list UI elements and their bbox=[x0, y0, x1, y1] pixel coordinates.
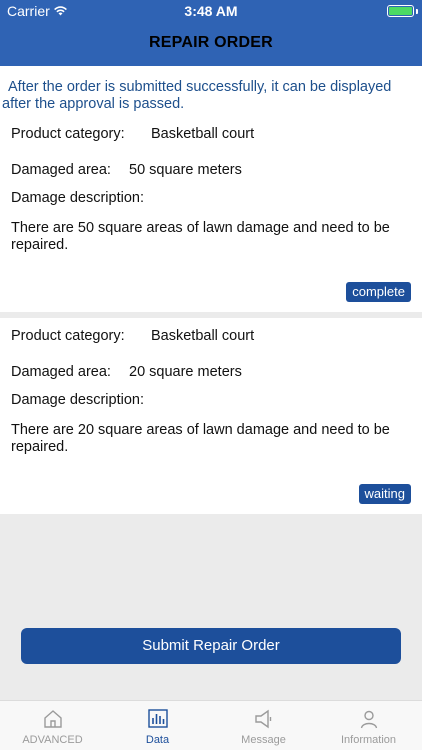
page-title: REPAIR ORDER bbox=[149, 34, 273, 51]
battery-icon bbox=[387, 5, 414, 17]
repair-order-card[interactable]: Product category: Basketball court Damag… bbox=[0, 318, 422, 514]
tab-message[interactable]: Message bbox=[211, 701, 316, 750]
damaged-area-value: 20 square meters bbox=[129, 364, 242, 380]
category-label: Product category: bbox=[11, 328, 125, 344]
tab-data[interactable]: Data bbox=[105, 701, 210, 750]
person-icon bbox=[360, 710, 378, 729]
tab-information[interactable]: Information bbox=[316, 701, 421, 750]
submit-repair-order-button[interactable]: Submit Repair Order bbox=[21, 628, 401, 664]
status-bar: Carrier 3:48 AM bbox=[0, 0, 422, 22]
tab-bar: ADVANCED Data Message Information bbox=[0, 700, 422, 750]
damage-description-text: There are 20 square areas of lawn damage… bbox=[11, 422, 390, 455]
tab-label: Data bbox=[145, 734, 170, 746]
repair-order-card[interactable]: Product category: Basketball court Damag… bbox=[0, 116, 422, 312]
approval-notice: After the order is submitted successfull… bbox=[0, 66, 422, 116]
status-badge: complete bbox=[346, 282, 411, 302]
battery-tip bbox=[416, 9, 418, 14]
damaged-area-label: Damaged area: bbox=[11, 162, 111, 178]
damage-description-label: Damage description: bbox=[11, 190, 144, 206]
tab-label: Information bbox=[340, 734, 397, 746]
tab-label: Message bbox=[241, 734, 286, 746]
bar-chart-icon bbox=[148, 709, 168, 728]
tab-advanced[interactable]: ADVANCED bbox=[0, 701, 105, 750]
damaged-area-label: Damaged area: bbox=[11, 364, 111, 380]
damaged-area-value: 50 square meters bbox=[129, 162, 242, 178]
megaphone-icon bbox=[255, 709, 272, 729]
status-badge: waiting bbox=[358, 484, 411, 504]
category-label: Product category: bbox=[11, 126, 125, 142]
category-value: Basketball court bbox=[151, 126, 255, 142]
damage-description-text: There are 50 square areas of lawn damage… bbox=[11, 220, 390, 253]
tab-label: ADVANCED bbox=[22, 734, 83, 746]
home-icon bbox=[44, 710, 62, 728]
app-header: Carrier 3:48 AM REPAIR ORDER bbox=[0, 0, 422, 66]
clock: 3:48 AM bbox=[184, 3, 238, 19]
category-value: Basketball court bbox=[151, 328, 255, 344]
damage-description-label: Damage description: bbox=[11, 392, 144, 408]
